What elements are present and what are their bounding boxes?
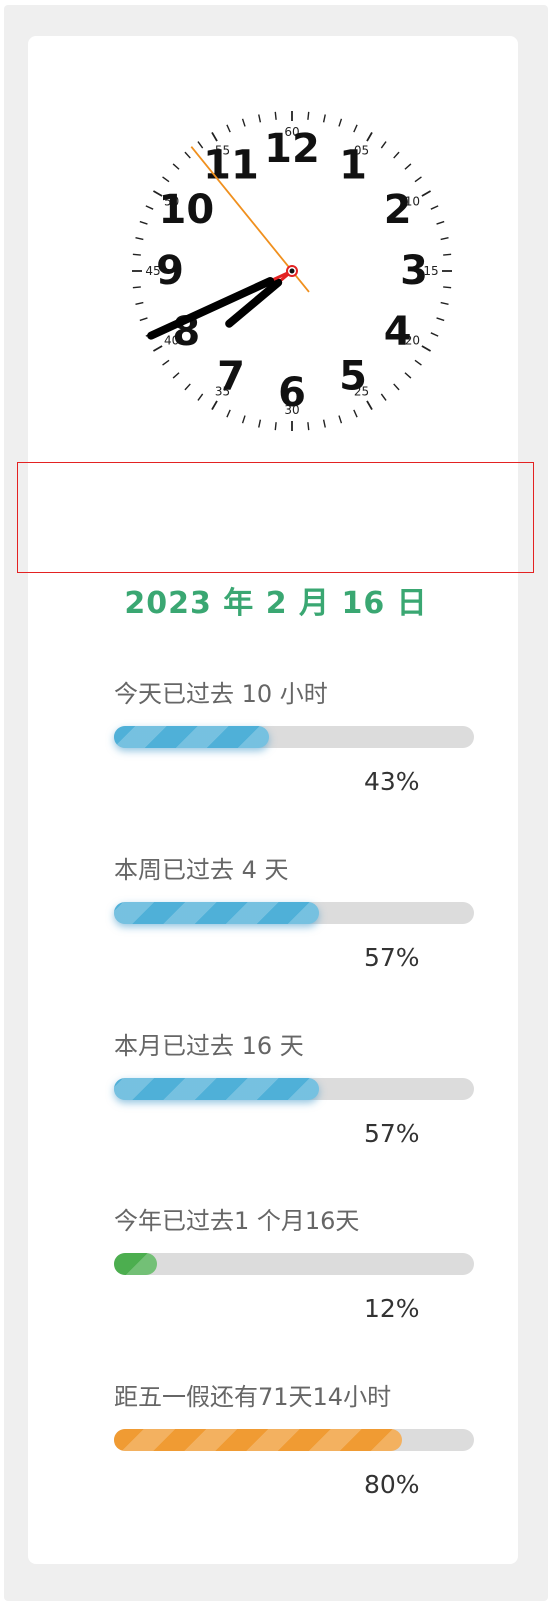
- minute-tick: [197, 141, 204, 149]
- progress-track: [114, 1253, 474, 1275]
- minute-tick: [414, 359, 422, 366]
- progress-percent: 57%: [364, 1119, 420, 1148]
- hour-number: 3: [400, 248, 428, 294]
- minute-tick: [211, 131, 218, 142]
- minute-tick: [338, 118, 343, 127]
- minute-tick: [197, 393, 204, 401]
- highlight-box: [17, 462, 534, 573]
- progress-percent: 12%: [364, 1294, 420, 1323]
- minute-tick: [393, 151, 400, 159]
- progress-today: 今天已过去 10 小时 43%: [114, 674, 474, 824]
- minute-tick: [274, 111, 277, 120]
- minute-tick: [184, 151, 191, 159]
- hour-number: 9: [156, 248, 184, 294]
- hour-number: 7: [217, 354, 245, 400]
- progress-track: [114, 1429, 474, 1451]
- minute-tick: [307, 422, 310, 431]
- minute-tick: [241, 118, 246, 127]
- minute-tick: [211, 400, 218, 411]
- minute-tick: [430, 205, 439, 210]
- hour-number: 10: [159, 187, 215, 233]
- minute-tick: [404, 163, 412, 170]
- minute-tick: [258, 419, 262, 428]
- minute-tick: [184, 383, 191, 391]
- minute-tick: [338, 415, 343, 424]
- minute-tick: [226, 409, 231, 418]
- minute-tick: [421, 190, 432, 197]
- progress-week: 本周已过去 4 天 57%: [114, 850, 474, 1000]
- progress-track: [114, 1078, 474, 1100]
- minute-tick: [393, 383, 400, 391]
- hour-number: 12: [264, 126, 320, 172]
- progress-label: 距五一假还有71天14小时: [114, 1383, 392, 1411]
- minute-tick: [366, 400, 373, 411]
- minute-tick: [353, 124, 358, 133]
- minute-tick: [430, 332, 439, 337]
- minute-tick: [241, 415, 246, 424]
- minute-tick: [443, 286, 452, 289]
- progress-fill: [114, 726, 269, 748]
- analog-clock: 60 05 10 15 20 25 30 35 40 45 50 55 12 1 2 3 4 5 6 7 8 9 10 11: [126, 105, 466, 445]
- progress-percent: 43%: [364, 767, 420, 796]
- minute-tick: [380, 141, 387, 149]
- minute-tick: [172, 372, 180, 379]
- minute-tick: [436, 317, 445, 322]
- progress-fill: [114, 1078, 320, 1100]
- hour-number: 2: [384, 187, 412, 233]
- minute-tick: [139, 317, 148, 322]
- minute-tick: [436, 220, 445, 225]
- minute-tick: [135, 301, 144, 305]
- hour-number: 6: [278, 370, 306, 416]
- minute-tick: [380, 393, 387, 401]
- progress-month: 本月已过去 16 天 57%: [114, 1026, 474, 1176]
- minute-tick: [145, 205, 154, 210]
- progress-label: 今天已过去 10 小时: [114, 680, 328, 708]
- minute-tick: [152, 345, 163, 352]
- minute-tick: [162, 359, 170, 366]
- minute-tick: [440, 237, 449, 241]
- minute-tick: [226, 124, 231, 133]
- minute-tick: [322, 419, 326, 428]
- minute-tick: [353, 409, 358, 418]
- date-display: 2023 年 2 月 16 日: [124, 586, 428, 621]
- hour-number: 4: [384, 309, 412, 355]
- progress-label: 本周已过去 4 天: [114, 856, 289, 884]
- hour-number: 1: [339, 142, 367, 188]
- hour-number: 5: [339, 354, 367, 400]
- progress-percent: 80%: [364, 1470, 420, 1499]
- progress-label: 今年已过去1 个月16天: [114, 1207, 360, 1235]
- progress-percent: 57%: [364, 943, 420, 972]
- minute-tick: [135, 237, 144, 241]
- minute-tick: [274, 422, 277, 431]
- minute-tick: [132, 286, 141, 289]
- minute-tick: [172, 163, 180, 170]
- minute-tick: [162, 176, 170, 183]
- minute-tick: [366, 131, 373, 142]
- clock-center-dot: [289, 268, 295, 274]
- minute-tick: [322, 114, 326, 123]
- minute-tick: [440, 301, 449, 305]
- minute-tick: [404, 372, 412, 379]
- minute-tick: [414, 176, 422, 183]
- progress-fill: [114, 1253, 158, 1275]
- minute-tick: [132, 253, 141, 256]
- minute-tick: [421, 345, 432, 352]
- minute-tick: [307, 111, 310, 120]
- hour-number: 11: [203, 142, 259, 188]
- progress-track: [114, 726, 474, 748]
- progress-holiday: 距五一假还有71天14小时 80%: [114, 1377, 474, 1527]
- progress-fill: [114, 902, 320, 924]
- clock-face: 600510152025303540455055 12 1234567891011: [132, 111, 452, 431]
- progress-year: 今年已过去1 个月16天 12%: [114, 1201, 474, 1351]
- minute-tick: [258, 114, 262, 123]
- progress-label: 本月已过去 16 天: [114, 1032, 304, 1060]
- progress-fill: [114, 1429, 402, 1451]
- minute-tick: [139, 220, 148, 225]
- progress-track: [114, 902, 474, 924]
- minute-tick: [443, 253, 452, 256]
